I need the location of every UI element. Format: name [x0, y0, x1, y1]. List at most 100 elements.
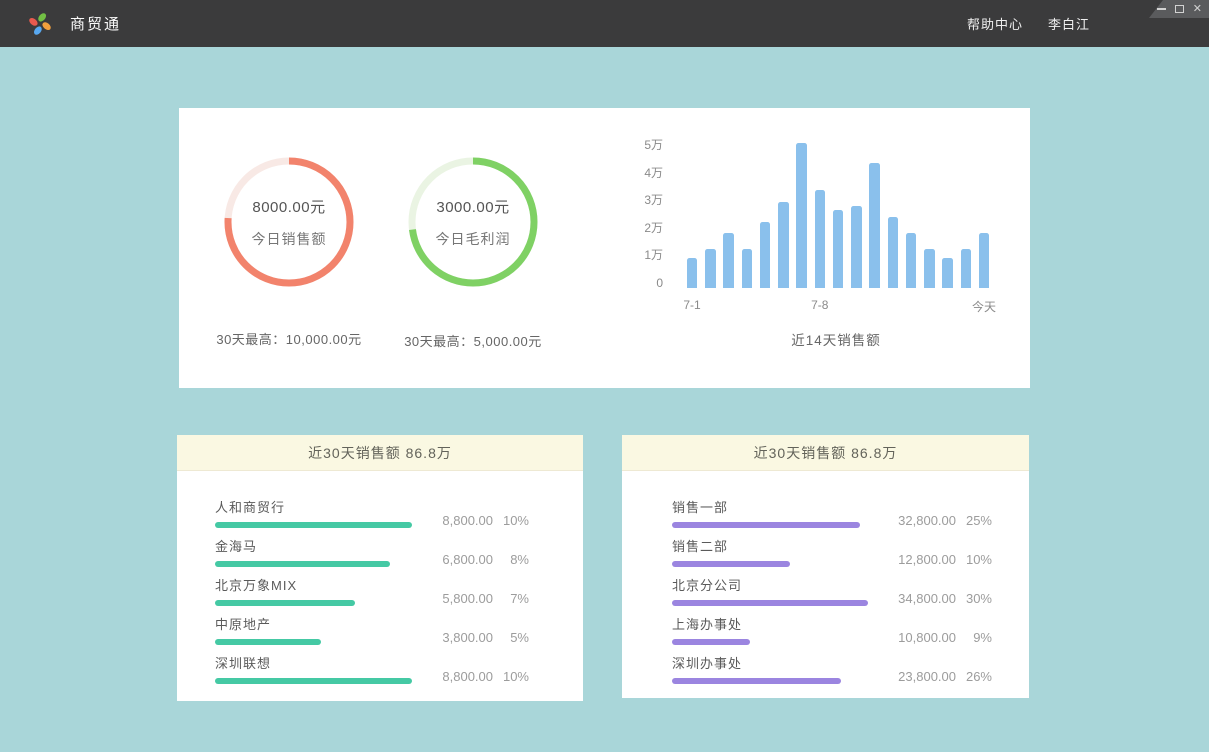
item-bar	[672, 639, 750, 645]
item-percent: 7%	[493, 592, 529, 606]
app-title: 商贸通	[70, 13, 121, 34]
top-departments-panel: 近30天销售额 86.8万 销售一部 32,800.0025% 销售二部 12,800…	[622, 435, 1029, 698]
item-percent: 26%	[956, 670, 992, 684]
bar-day-4	[742, 249, 753, 288]
list-item: 中原地产3,800.005%	[215, 606, 529, 645]
bar-day-10	[851, 206, 862, 288]
item-amount: 12,800.00	[882, 553, 956, 567]
item-label: 深圳办事处	[672, 657, 877, 670]
item-bar	[215, 561, 390, 567]
bar-day-15	[942, 258, 953, 288]
list-item: 北京万象MIX5,800.007%	[215, 567, 529, 606]
today-profit-donut-chart: 3000.00元 今日毛利润	[408, 157, 538, 287]
item-bar	[215, 522, 412, 528]
list-item: 人和商贸行8,800.0010%	[215, 489, 529, 528]
item-amount: 23,800.00	[882, 670, 956, 684]
titlebar: 商贸通 帮助中心 李白江 ✕	[0, 0, 1209, 47]
bar-day-16	[961, 249, 972, 288]
item-bar	[215, 639, 321, 645]
bar-chart-y-axis: 5万 4万 3万 2万 1万 0	[617, 139, 663, 299]
bar-day-13	[906, 233, 917, 288]
item-bar	[672, 678, 841, 684]
item-amount: 6,800.00	[419, 553, 493, 567]
item-percent: 9%	[956, 631, 992, 645]
x-tick-label: 7-8	[811, 298, 828, 312]
today-sales-label: 今日销售额	[252, 229, 327, 249]
item-amount: 10,800.00	[882, 631, 956, 645]
item-percent: 25%	[956, 514, 992, 528]
list-item: 上海办事处 10,800.009%	[672, 606, 992, 645]
item-percent: 5%	[493, 631, 529, 645]
item-amount: 32,800.00	[882, 514, 956, 528]
today-sales-value: 8000.00元	[252, 196, 325, 217]
item-percent: 10%	[956, 553, 992, 567]
item-bar	[672, 522, 860, 528]
help-center-link[interactable]: 帮助中心	[967, 14, 1023, 33]
today-profit-30d-max: 30天最高：5,000.00元	[363, 331, 583, 350]
y-tick-label: 0	[656, 277, 663, 289]
close-icon[interactable]: ✕	[1193, 4, 1202, 14]
list-item: 深圳办事处 23,800.0026%	[672, 645, 992, 684]
item-amount: 3,800.00	[419, 631, 493, 645]
bar-day-11	[869, 163, 880, 288]
username-link[interactable]: 李白江	[1048, 14, 1090, 33]
bar-day-9	[833, 210, 844, 288]
today-profit-label: 今日毛利润	[436, 229, 511, 249]
item-label: 人和商贸行	[215, 501, 419, 514]
top-customers-list: 人和商贸行8,800.0010%金海马6,800.008%北京万象MIX5,80…	[177, 471, 583, 684]
item-amount: 8,800.00	[419, 670, 493, 684]
list-item: 销售一部 32,800.0025%	[672, 489, 992, 528]
item-label: 金海马	[215, 540, 419, 553]
item-bar	[672, 561, 790, 567]
item-amount: 8,800.00	[419, 514, 493, 528]
top-customers-panel: 近30天销售额 86.8万 人和商贸行8,800.0010%金海马6,800.0…	[177, 435, 583, 701]
bar-day-8	[815, 190, 826, 288]
bar-day-5	[760, 222, 771, 288]
y-tick-label: 2万	[644, 222, 663, 234]
item-percent: 10%	[493, 514, 529, 528]
bar-day-3	[723, 233, 734, 288]
bar-day-14	[924, 249, 935, 288]
item-percent: 10%	[493, 670, 529, 684]
item-percent: 30%	[956, 592, 992, 606]
bar-day-12	[888, 217, 899, 288]
list-item: 深圳联想8,800.0010%	[215, 645, 529, 684]
item-label: 中原地产	[215, 618, 419, 631]
y-tick-label: 5万	[644, 139, 663, 151]
item-bar	[215, 600, 355, 606]
item-label: 销售一部	[672, 501, 877, 514]
window-controls: ✕	[1149, 0, 1209, 18]
item-amount: 5,800.00	[419, 592, 493, 606]
list-item: 金海马6,800.008%	[215, 528, 529, 567]
item-label: 北京万象MIX	[215, 579, 419, 592]
bar-chart-title: 近14天销售额	[683, 329, 989, 349]
x-tick-label: 7-1	[683, 298, 700, 312]
item-label: 销售二部	[672, 540, 877, 553]
list-item: 销售二部 12,800.0010%	[672, 528, 992, 567]
x-tick-label: 今天	[972, 298, 996, 315]
today-profit-value: 3000.00元	[436, 196, 509, 217]
minimize-icon[interactable]	[1157, 8, 1166, 10]
item-bar	[672, 600, 868, 606]
bar-day-1	[687, 258, 698, 288]
top-customers-panel-title: 近30天销售额 86.8万	[177, 435, 583, 471]
item-bar	[215, 678, 412, 684]
today-sales-donut-chart: 8000.00元 今日销售额	[224, 157, 354, 287]
maximize-icon[interactable]	[1175, 5, 1184, 13]
item-label: 上海办事处	[672, 618, 877, 631]
sales-14d-bar-chart	[683, 142, 989, 288]
overview-card: 8000.00元 今日销售额 30天最高：10,000.00元 3000.00元…	[179, 108, 1030, 388]
item-label: 北京分公司	[672, 579, 877, 592]
bar-chart-x-axis: 7-17-8今天	[683, 298, 989, 312]
y-tick-label: 3万	[644, 194, 663, 206]
bar-day-17	[979, 233, 990, 288]
bar-day-7	[796, 143, 807, 288]
y-tick-label: 4万	[644, 167, 663, 179]
top-departments-panel-title: 近30天销售额 86.8万	[622, 435, 1029, 471]
app-logo-pinwheel-icon	[27, 11, 53, 37]
top-departments-list: 销售一部 32,800.0025% 销售二部 12,800.0010% 北京分公司 34,…	[622, 471, 1029, 684]
bar-day-2	[705, 249, 716, 288]
item-amount: 34,800.00	[882, 592, 956, 606]
y-tick-label: 1万	[644, 249, 663, 261]
item-label: 深圳联想	[215, 657, 419, 670]
